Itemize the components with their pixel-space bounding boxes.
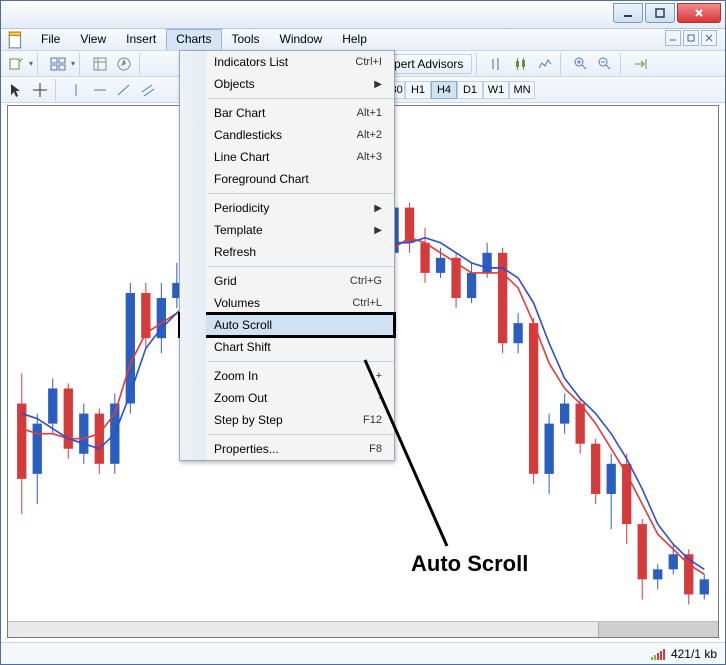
menu-item-chart-shift[interactable]: Chart Shift: [180, 336, 394, 358]
menu-item-line-chart[interactable]: Line ChartAlt+3: [180, 146, 394, 168]
timeframe-h1[interactable]: H1: [405, 81, 431, 99]
menu-item-label: Chart Shift: [206, 340, 388, 354]
timeframe-d1[interactable]: D1: [457, 81, 483, 99]
crosshair-button[interactable]: [29, 79, 51, 101]
navigator-button[interactable]: [113, 53, 135, 75]
line-chart-button[interactable]: [534, 53, 556, 75]
menu-item-label: Indicators List: [206, 55, 355, 69]
menu-item-label: Line Chart: [206, 150, 357, 164]
statusbar: 421/1 kb: [1, 642, 725, 664]
menu-view[interactable]: View: [70, 29, 116, 50]
bar-chart-button[interactable]: [486, 53, 508, 75]
profiles-button[interactable]: [47, 53, 69, 75]
menu-item-label: Periodicity: [206, 201, 374, 215]
timeframe-w1[interactable]: W1: [483, 81, 509, 99]
app-window: FileViewInsertChartsToolsWindowHelp ▾ ▾ …: [0, 0, 726, 665]
timeframe-mn[interactable]: MN: [509, 81, 535, 99]
menu-tools[interactable]: Tools: [222, 29, 270, 50]
menu-item-auto-scroll[interactable]: Auto Scroll: [180, 314, 394, 336]
annotation-line: [361, 356, 451, 551]
menu-item-shortcut: Alt+1: [357, 107, 388, 119]
menu-item-volumes[interactable]: VolumesCtrl+L: [180, 292, 394, 314]
submenu-arrow-icon: ▶: [374, 203, 388, 214]
menu-item-label: Bar Chart: [206, 106, 357, 120]
menu-charts[interactable]: Charts: [166, 29, 221, 50]
new-chart-button[interactable]: [5, 53, 27, 75]
menu-item-bar-chart[interactable]: Bar ChartAlt+1: [180, 102, 394, 124]
zoom-out-button[interactable]: [594, 53, 616, 75]
annotation-label: Auto Scroll: [411, 551, 528, 577]
submenu-arrow-icon: ▶: [374, 225, 388, 236]
horizontal-line-button[interactable]: [89, 79, 111, 101]
menu-item-label: Zoom Out: [206, 391, 378, 405]
menu-item-label: Template: [206, 223, 374, 237]
menu-item-objects[interactable]: Objects▶: [180, 73, 394, 95]
connection-bars-icon: [651, 648, 665, 660]
menu-item-label: Volumes: [206, 296, 352, 310]
menu-window[interactable]: Window: [270, 29, 333, 50]
menu-item-template[interactable]: Template▶: [180, 219, 394, 241]
menu-item-periodicity[interactable]: Periodicity▶: [180, 197, 394, 219]
maximize-button[interactable]: [645, 3, 675, 23]
menu-item-label: Zoom In: [206, 369, 376, 383]
menubar: FileViewInsertChartsToolsWindowHelp: [1, 29, 725, 51]
channel-button[interactable]: [137, 79, 159, 101]
menu-item-refresh[interactable]: Refresh: [180, 241, 394, 263]
menu-item-shortcut: Alt+3: [357, 151, 388, 163]
close-button[interactable]: [677, 3, 721, 23]
menu-item-label: Auto Scroll: [206, 318, 388, 332]
submenu-arrow-icon: ▶: [374, 79, 388, 90]
trendline-button[interactable]: [113, 79, 135, 101]
vertical-line-button[interactable]: [65, 79, 87, 101]
menu-item-grid[interactable]: GridCtrl+G: [180, 270, 394, 292]
menu-file[interactable]: File: [31, 29, 70, 50]
menu-item-label: Objects: [206, 77, 374, 91]
menu-item-label: Step by Step: [206, 413, 363, 427]
menu-item-candlesticks[interactable]: CandlesticksAlt+2: [180, 124, 394, 146]
minimize-button[interactable]: [613, 3, 643, 23]
menu-item-label: Foreground Chart: [206, 172, 388, 186]
zoom-in-button[interactable]: [570, 53, 592, 75]
menu-item-shortcut: Ctrl+I: [355, 56, 388, 68]
cursor-button[interactable]: [5, 79, 27, 101]
menu-help[interactable]: Help: [332, 29, 377, 50]
connection-status: 421/1 kb: [671, 647, 717, 661]
market-watch-button[interactable]: [89, 53, 111, 75]
menu-item-shortcut: Alt+2: [357, 129, 388, 141]
menu-item-indicators-list[interactable]: Indicators ListCtrl+I: [180, 51, 394, 73]
mdi-close-button[interactable]: [701, 30, 717, 46]
timeframe-h4[interactable]: H4: [431, 81, 457, 99]
menu-item-foreground-chart[interactable]: Foreground Chart: [180, 168, 394, 190]
app-icon: [7, 31, 25, 49]
menu-item-label: Refresh: [206, 245, 388, 259]
mdi-minimize-button[interactable]: [665, 30, 681, 46]
auto-scroll-button[interactable]: [630, 53, 652, 75]
chart-scrollbar[interactable]: [8, 621, 718, 637]
menu-item-shortcut: Ctrl+L: [352, 297, 388, 309]
menu-insert[interactable]: Insert: [116, 29, 166, 50]
menu-item-label: Candlesticks: [206, 128, 357, 142]
titlebar: [1, 1, 725, 29]
mdi-restore-button[interactable]: [683, 30, 699, 46]
menu-item-label: Properties...: [206, 442, 369, 456]
menu-item-label: Grid: [206, 274, 350, 288]
menu-item-shortcut: Ctrl+G: [350, 275, 388, 287]
candle-chart-button[interactable]: [510, 53, 532, 75]
